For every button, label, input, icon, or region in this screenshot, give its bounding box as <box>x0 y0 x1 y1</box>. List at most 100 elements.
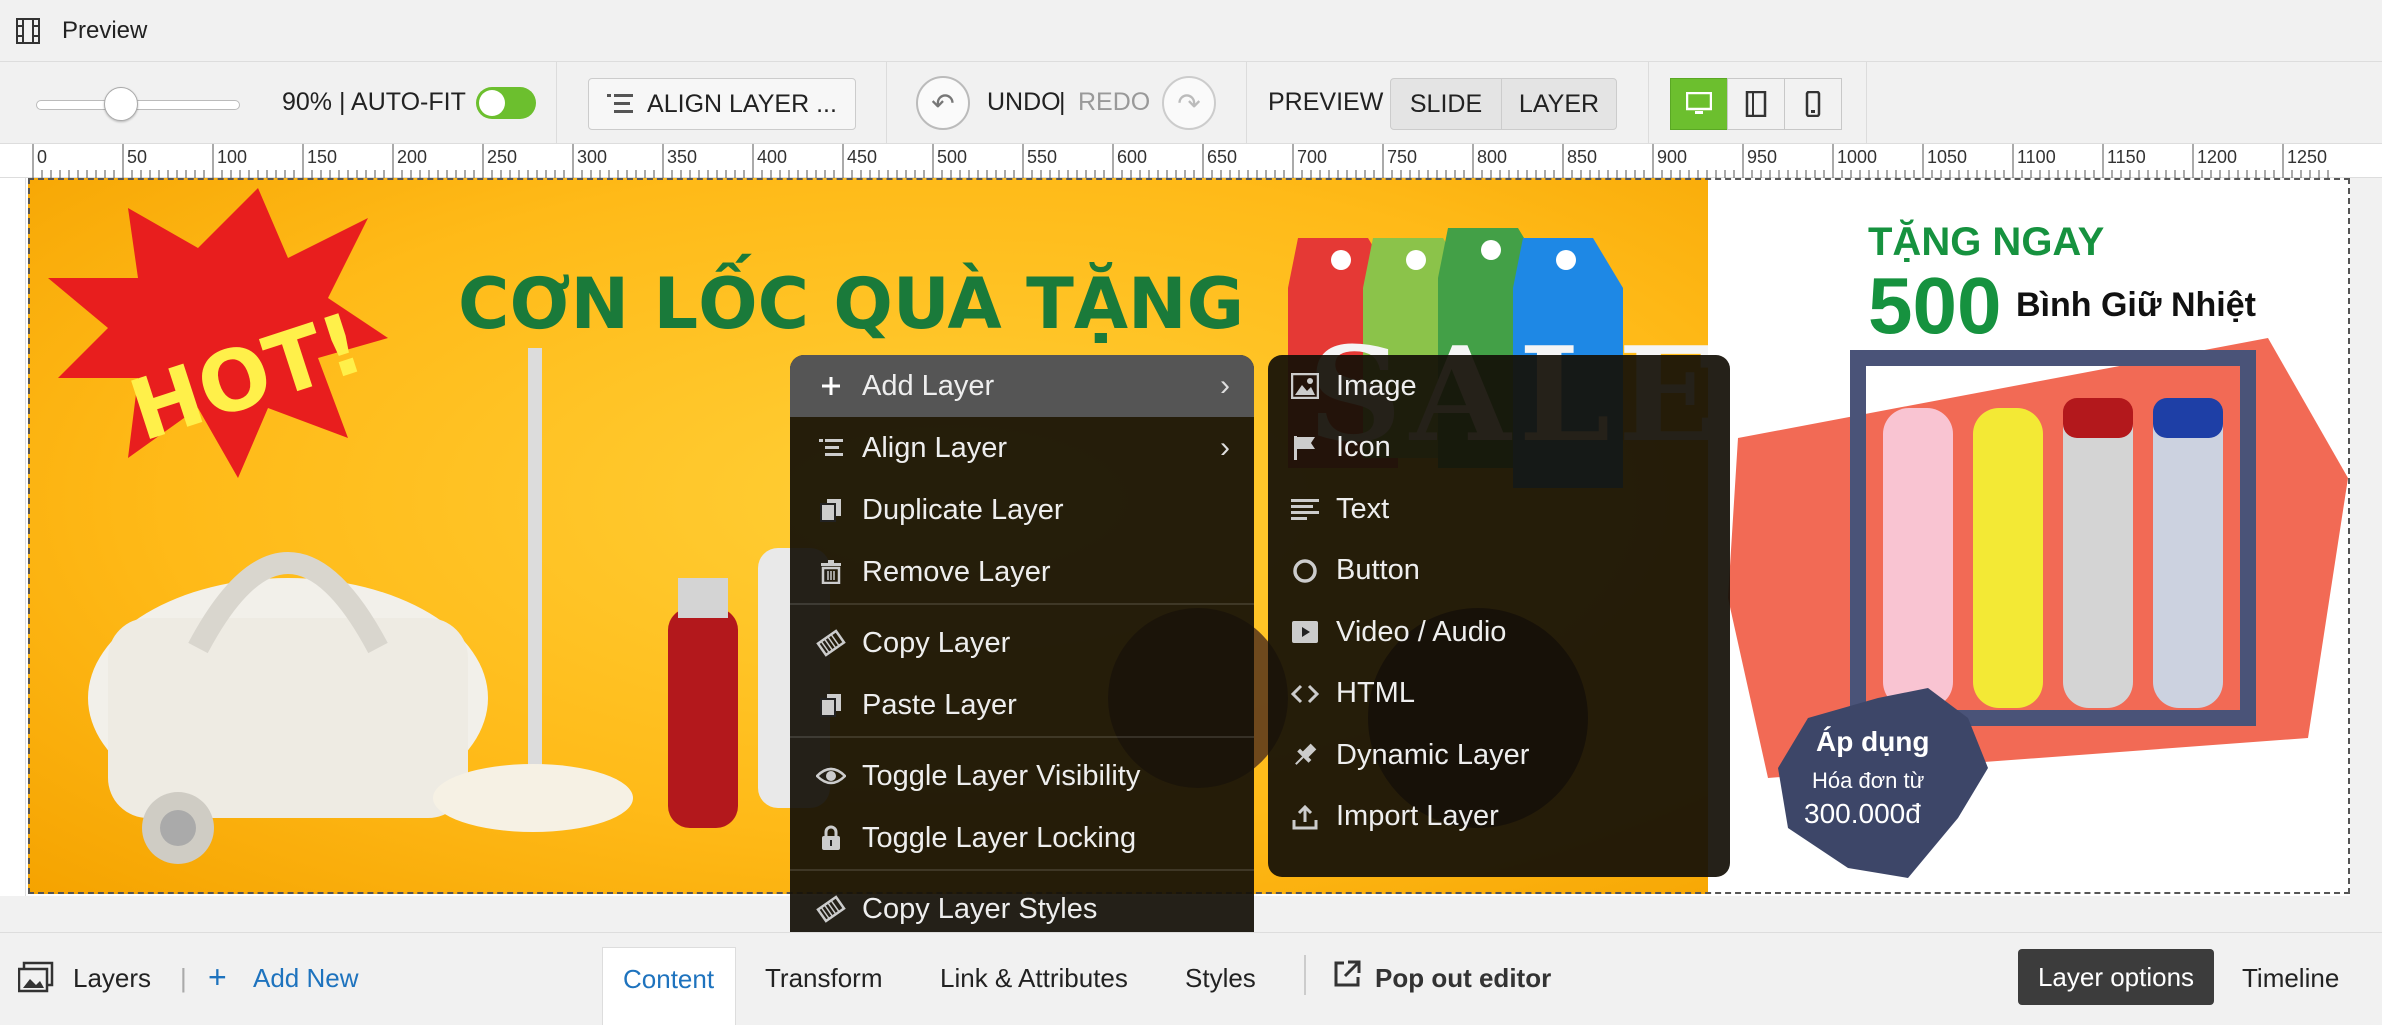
ruler-tick-label: 150 <box>307 147 337 167</box>
undo-icon: ↶ <box>931 87 955 119</box>
tablet-view-button[interactable] <box>1727 78 1785 130</box>
context-menu-item-remove-layer[interactable]: Remove Layer <box>790 541 1254 603</box>
submenu-label: Video / Audio <box>1336 615 1507 648</box>
submenu-item-text[interactable]: Text <box>1268 478 1730 540</box>
plus-icon <box>816 374 846 398</box>
trash-icon <box>816 560 846 584</box>
ruler-tick-label: 1050 <box>1927 147 1967 167</box>
autofit-toggle[interactable] <box>476 87 536 119</box>
tab-styles[interactable]: Styles <box>1185 963 1256 994</box>
tablet-icon <box>1745 91 1767 117</box>
layer-label: LAYER <box>1518 89 1600 118</box>
ruler-tick-label: 500 <box>937 147 967 167</box>
ruler-tick-label: 600 <box>1117 147 1147 167</box>
ruler-tick-label: 750 <box>1387 147 1417 167</box>
context-menu-label: Duplicate Layer <box>862 493 1064 526</box>
ruler-tick-label: 250 <box>487 147 517 167</box>
layers-label[interactable]: Layers <box>73 963 151 994</box>
context-menu-label: Align Layer <box>862 431 1008 464</box>
context-menu-item-align-layer[interactable]: Align Layer › <box>790 417 1254 479</box>
submenu-item-import-layer[interactable]: Import Layer <box>1268 786 1730 848</box>
add-layer-submenu: Image Icon Text Button Video / Audio HTML Dyna… <box>1268 355 1730 877</box>
submenu-item-button[interactable]: Button <box>1268 540 1730 602</box>
redo-button[interactable]: ↷ <box>1162 76 1216 130</box>
submenu-item-image[interactable]: Image <box>1268 355 1730 417</box>
pop-out-editor-link[interactable]: Pop out editor <box>1375 963 1551 994</box>
paste-icon <box>816 693 846 717</box>
undo-button[interactable]: ↶ <box>916 76 970 130</box>
tab-content[interactable]: Content <box>602 947 736 1025</box>
submenu-item-video-audio[interactable]: Video / Audio <box>1268 601 1730 663</box>
submenu-item-dynamic-layer[interactable]: Dynamic Layer <box>1268 724 1730 786</box>
ruler-tick-label: 50 <box>127 147 147 167</box>
context-menu-item-duplicate-layer[interactable]: Duplicate Layer <box>790 479 1254 541</box>
timeline-button[interactable]: Timeline <box>2242 963 2339 994</box>
menu-divider <box>790 736 1254 738</box>
align-layer-button[interactable]: ALIGN LAYER ... <box>588 78 856 130</box>
ruler-tick-label: 1150 <box>2107 147 2146 167</box>
submenu-label: Image <box>1336 369 1417 402</box>
submenu-label: Text <box>1336 492 1390 525</box>
video-icon <box>1290 620 1320 644</box>
chevron-right-icon: › <box>1220 431 1230 464</box>
menu-divider <box>790 603 1254 605</box>
context-menu-label: Toggle Layer Visibility <box>862 759 1141 792</box>
ruler-tick-label: 700 <box>1297 147 1327 167</box>
redo-label[interactable]: REDO <box>1078 88 1150 117</box>
context-menu-item-copy-layer[interactable]: Copy Layer <box>790 612 1254 674</box>
mobile-view-button[interactable] <box>1784 78 1842 130</box>
context-menu-item-toggle-layer-visibility[interactable]: Toggle Layer Visibility <box>790 745 1254 807</box>
submenu-label: Button <box>1336 554 1420 586</box>
ruler-tick-label: 1100 <box>2017 147 2056 167</box>
layer-options-label: Layer options <box>2037 961 2195 992</box>
text-icon <box>1290 498 1320 520</box>
horizontal-ruler: 0 50 100 150 200 250 300 350 400 450 500 550 600 650 7… <box>0 144 2382 178</box>
window-title: Preview <box>62 16 148 44</box>
submenu-label: Import Layer <box>1336 800 1499 832</box>
ruler-tick-label: 450 <box>847 147 877 167</box>
context-menu-item-paste-layer[interactable]: Paste Layer <box>790 674 1254 736</box>
zoom-slider-handle[interactable] <box>104 87 138 121</box>
title-bar: Preview <box>0 0 2382 62</box>
context-menu-label: Add Layer <box>862 369 995 402</box>
bottom-bar: Layers | + Add New Content Transform Lin… <box>0 932 2382 1025</box>
ruler-tick-label: 350 <box>667 147 697 167</box>
eye-icon <box>816 766 846 786</box>
desktop-view-button[interactable] <box>1670 78 1728 130</box>
vertical-ruler <box>0 178 26 896</box>
submenu-item-html[interactable]: HTML <box>1268 663 1730 725</box>
submenu-item-icon[interactable]: Icon <box>1268 417 1730 479</box>
preview-slide-button[interactable]: SLIDE <box>1390 78 1502 130</box>
external-link-icon <box>1334 960 1361 987</box>
ruler-tick-label: 900 <box>1657 147 1687 167</box>
toolbar: 90% | AUTO-FIT ALIGN LAYER ... ↶ UNDO | … <box>0 62 2382 144</box>
submenu-label: Icon <box>1336 431 1391 463</box>
layer-options-button[interactable]: Layer options <box>2018 949 2214 1005</box>
preview-layer-button[interactable]: LAYER <box>1501 78 1617 130</box>
context-menu-label: Copy Layer <box>862 626 1011 659</box>
align-icon <box>816 438 846 458</box>
context-menu-item-copy-layer-styles[interactable]: Copy Layer Styles <box>790 878 1254 940</box>
ruler-tick-label: 850 <box>1567 147 1597 167</box>
undo-label[interactable]: UNDO <box>987 88 1061 117</box>
ruler-tick-label: 800 <box>1477 147 1507 167</box>
align-icon <box>607 94 634 113</box>
zoom-label: 90% | AUTO-FIT <box>282 88 466 116</box>
ruler-tick-label: 1250 <box>2287 147 2327 167</box>
undo-redo-separator: | <box>1059 88 1066 116</box>
ruler-tick-label: 100 <box>217 147 247 167</box>
context-menu-item-add-layer[interactable]: Add Layer › <box>790 355 1254 417</box>
menu-divider <box>790 869 1254 871</box>
tab-link-attributes[interactable]: Link & Attributes <box>940 963 1128 994</box>
submenu-label: Dynamic Layer <box>1336 738 1530 771</box>
submenu-label: HTML <box>1336 677 1415 709</box>
mobile-icon <box>1805 91 1821 117</box>
plus-icon: + <box>208 959 227 995</box>
context-menu-label: Copy Layer Styles <box>862 892 1098 925</box>
add-new-link[interactable]: Add New <box>253 963 359 994</box>
context-menu-label: Remove Layer <box>862 555 1051 588</box>
circle-icon <box>1290 558 1320 584</box>
zoom-slider[interactable] <box>36 100 240 110</box>
context-menu-item-toggle-layer-locking[interactable]: Toggle Layer Locking <box>790 807 1254 869</box>
tab-transform[interactable]: Transform <box>765 963 883 994</box>
